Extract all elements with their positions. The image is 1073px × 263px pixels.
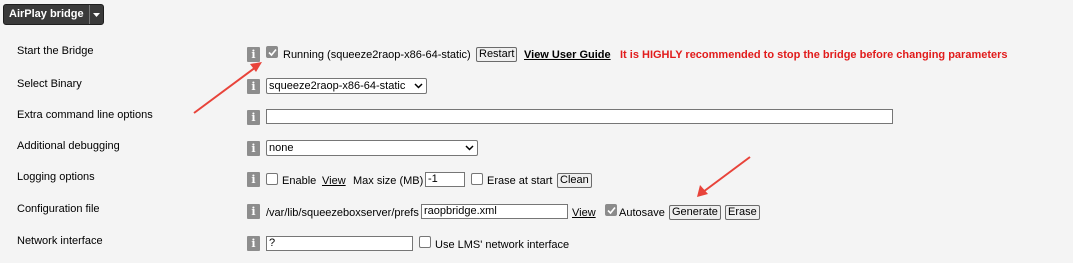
annotation-overlay [193, 62, 751, 197]
annotation-arrow [697, 156, 751, 197]
annotation-arrow [193, 62, 262, 114]
